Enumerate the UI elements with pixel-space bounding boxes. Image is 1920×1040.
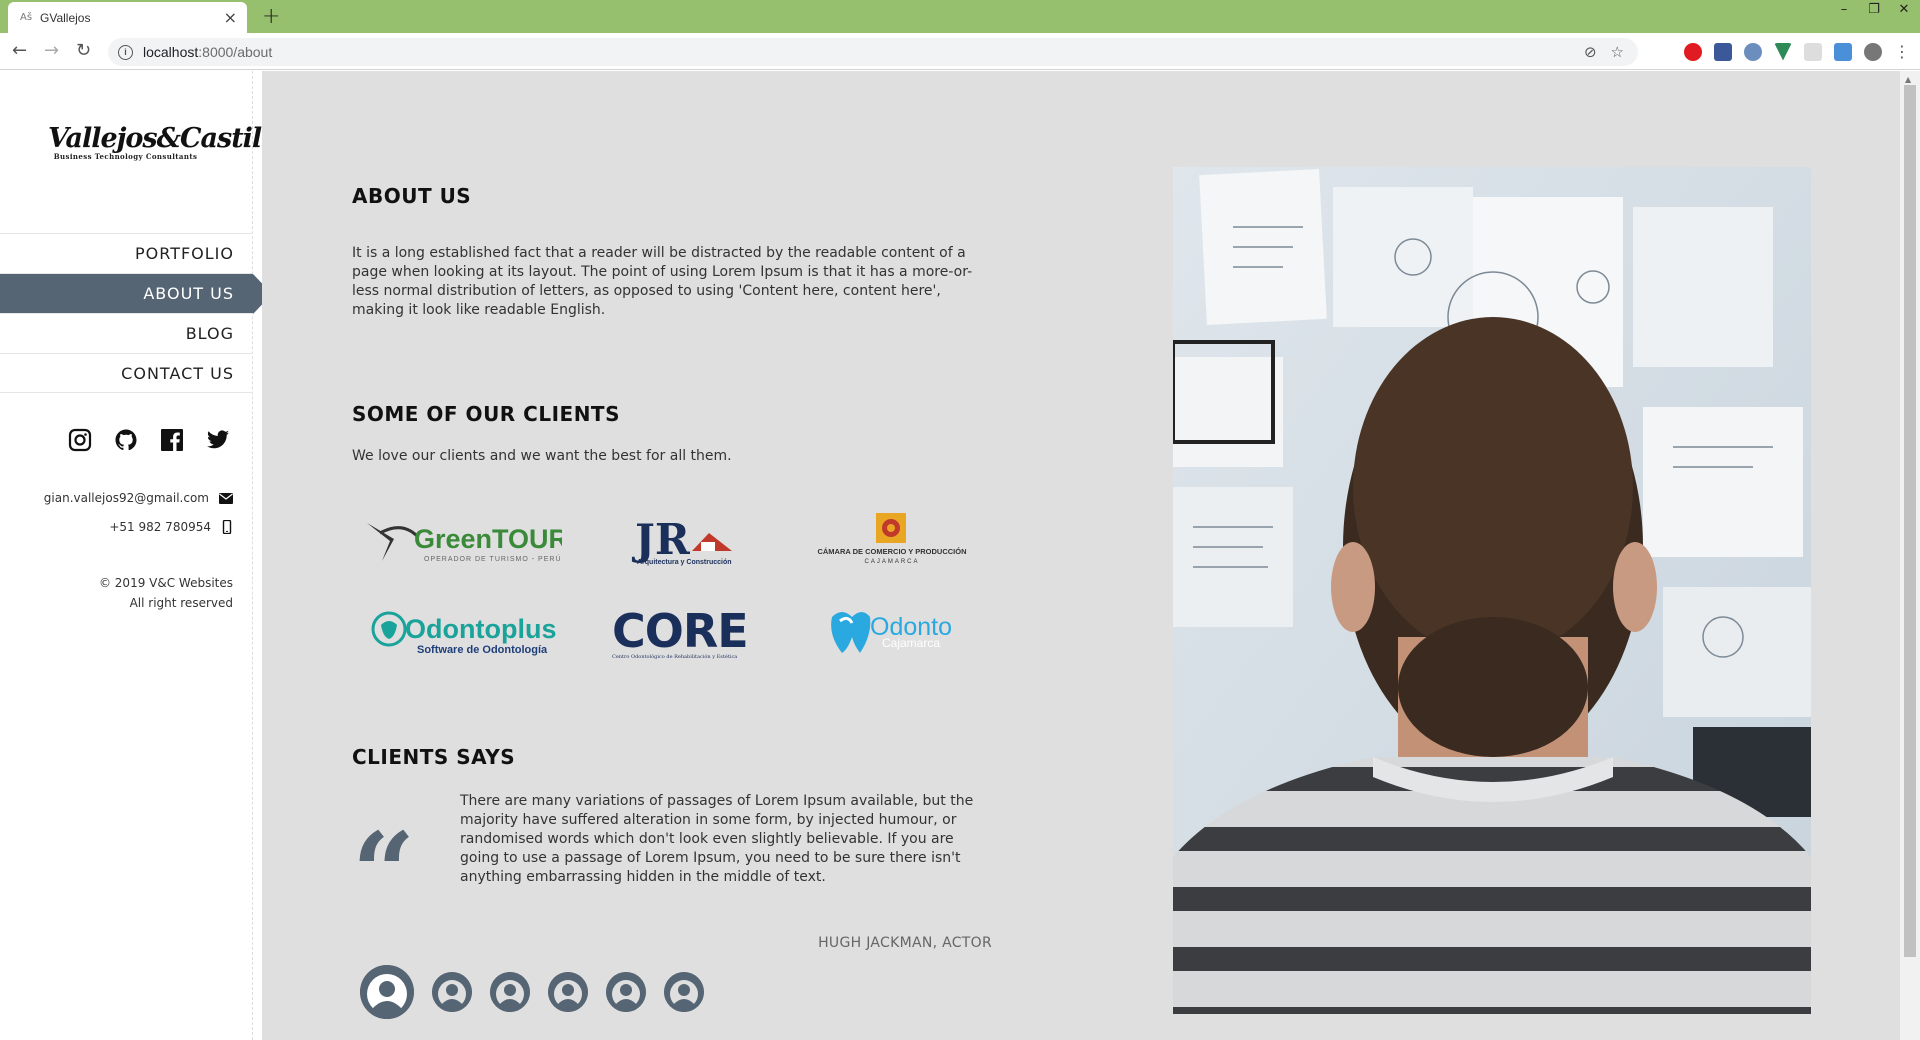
client-logo-odontoplus[interactable]: Odontoplus Software de Odontología bbox=[352, 605, 572, 665]
github-icon[interactable] bbox=[114, 428, 138, 452]
window-controls: – ❐ ✕ bbox=[1836, 2, 1912, 17]
copyright: © 2019 V&C Websites All right reserved bbox=[99, 573, 233, 613]
restore-icon[interactable]: ❐ bbox=[1866, 2, 1882, 17]
logo-subtitle: Business Technology Consultants bbox=[53, 152, 198, 161]
avatar-4[interactable] bbox=[548, 972, 588, 1012]
phone-text: +51 982 780954 bbox=[109, 520, 211, 534]
url-text: localhost:8000/about bbox=[143, 44, 272, 60]
testimonial-author: HUGH JACKMAN, ACTOR bbox=[818, 935, 992, 951]
instagram-icon[interactable] bbox=[68, 428, 92, 452]
phone-line[interactable]: +51 982 780954 bbox=[109, 520, 233, 534]
copyright-line-1: © 2019 V&C Websites bbox=[98, 576, 233, 590]
client-logo-greentours[interactable]: GreenTOURS OPERADOR DE TURISMO - PERÚ bbox=[352, 511, 572, 571]
nav-item-about-us[interactable]: ABOUT US bbox=[0, 273, 272, 314]
about-photo bbox=[1173, 167, 1811, 1014]
clients-title: SOME OF OUR CLIENTS bbox=[352, 402, 620, 426]
nav-item-blog[interactable]: BLOG bbox=[0, 313, 253, 353]
forward-icon[interactable]: → bbox=[44, 40, 59, 61]
opera-extension-icon[interactable] bbox=[1684, 42, 1702, 61]
testimonial-avatars bbox=[360, 965, 704, 1019]
scroll-up-icon[interactable]: ▲ bbox=[1905, 75, 1911, 84]
back-icon[interactable]: ← bbox=[12, 40, 27, 61]
avatar-3[interactable] bbox=[490, 972, 530, 1012]
core-sub: Centro Odontológico de Rehabilitación y … bbox=[612, 653, 737, 660]
jr-name: JR bbox=[631, 515, 691, 564]
vue-devtools-icon[interactable] bbox=[1774, 42, 1792, 61]
sidebar: Vallejos&Castillo Business Technology Co… bbox=[0, 71, 288, 1040]
email-text: gian.vallejos92@gmail.com bbox=[43, 491, 209, 505]
profile-avatar-icon[interactable] bbox=[1864, 42, 1882, 61]
close-window-icon[interactable]: ✕ bbox=[1896, 2, 1912, 17]
jr-sub: Arquitectura y Construcción bbox=[637, 559, 732, 566]
tab-title: GVallejos bbox=[40, 10, 91, 25]
tab-favicon-icon: Aš bbox=[20, 12, 33, 23]
new-tab-button[interactable]: + bbox=[262, 4, 280, 29]
browser-tabbar: Aš GVallejos × + – ❐ ✕ bbox=[0, 0, 1920, 33]
bookmark-star-icon[interactable]: ☆ bbox=[1611, 43, 1624, 61]
extensions-area: ⋮ bbox=[1684, 33, 1920, 70]
url-host: localhost bbox=[143, 44, 199, 60]
main-nav: PORTFOLIO ABOUT US BLOG CONTACT US bbox=[0, 233, 272, 393]
core-name: CORE bbox=[612, 605, 748, 658]
testimonials-title: CLIENTS SAYS bbox=[352, 745, 516, 769]
address-bar[interactable]: i localhost:8000/about ⊘ ☆ bbox=[108, 38, 1638, 66]
camara-sub: CAJAMARCA bbox=[864, 559, 919, 565]
greentours-sub: OPERADOR DE TURISMO - PERÚ bbox=[424, 554, 562, 563]
translate-extension-icon[interactable] bbox=[1834, 42, 1852, 61]
avatar-2[interactable] bbox=[432, 972, 472, 1012]
logo-script: Vallejos&Castillo bbox=[48, 123, 288, 154]
greentours-name: GreenTOURS bbox=[414, 524, 562, 554]
copyright-line-2: All right reserved bbox=[129, 596, 233, 610]
nav-item-portfolio[interactable]: PORTFOLIO bbox=[0, 233, 253, 273]
extension-placeholder-icon[interactable] bbox=[1804, 42, 1822, 61]
client-logo-jr[interactable]: JR Arquitectura y Construcción bbox=[572, 511, 792, 571]
camara-name: CÁMARA DE COMERCIO Y PRODUCCIÓN bbox=[817, 547, 966, 556]
social-links bbox=[68, 428, 230, 452]
menu-kebab-icon[interactable]: ⋮ bbox=[1894, 42, 1910, 61]
minimize-icon[interactable]: – bbox=[1836, 2, 1852, 17]
facebook-icon[interactable] bbox=[160, 428, 184, 452]
avatar-6[interactable] bbox=[664, 972, 704, 1012]
browser-toolbar: ← → ↻ i localhost:8000/about ⊘ ☆ ⋮ bbox=[0, 33, 1920, 70]
client-logo-core[interactable]: CORE Centro Odontológico de Rehabilitaci… bbox=[572, 605, 792, 665]
page-scrollbar[interactable]: ▲ bbox=[1900, 71, 1920, 1040]
scrollbar-thumb[interactable] bbox=[1904, 85, 1916, 957]
client-logo-camara[interactable]: CÁMARA DE COMERCIO Y PRODUCCIÓN CAJAMARC… bbox=[792, 511, 992, 571]
url-path: :8000/about bbox=[198, 44, 273, 60]
odontoplus-sub: Software de Odontología bbox=[417, 644, 548, 656]
nav-item-contact-us[interactable]: CONTACT US bbox=[0, 353, 253, 393]
quote-mark-icon: “ bbox=[352, 808, 416, 937]
browser-tab[interactable]: Aš GVallejos × bbox=[8, 2, 247, 33]
info-icon[interactable]: i bbox=[118, 44, 133, 60]
bookmark-extension-icon[interactable] bbox=[1714, 42, 1732, 61]
envelope-icon bbox=[219, 492, 233, 504]
odonto-sub: Cajamarca bbox=[882, 636, 940, 650]
testimonial-quote: There are many variations of passages of… bbox=[460, 793, 974, 885]
mobile-phone-icon bbox=[222, 520, 232, 534]
tab-close-icon[interactable]: × bbox=[224, 8, 237, 27]
main-content: ABOUT US It is a long established fact t… bbox=[262, 71, 1900, 1040]
odontoplus-name: Odontoplus bbox=[405, 614, 556, 644]
translate-icon[interactable]: ⊘ bbox=[1584, 43, 1597, 61]
avatar-1[interactable] bbox=[360, 965, 414, 1019]
reload-icon[interactable]: ↻ bbox=[76, 40, 91, 61]
about-text: It is a long established fact that a rea… bbox=[352, 245, 973, 318]
avatar-5[interactable] bbox=[606, 972, 646, 1012]
site-logo[interactable]: Vallejos&Castillo Business Technology Co… bbox=[48, 123, 288, 161]
extension-icon[interactable] bbox=[1744, 42, 1762, 61]
clients-text: We love our clients and we want the best… bbox=[352, 448, 732, 464]
client-logo-odonto-cajamarca[interactable]: Odonto Cajamarca bbox=[792, 605, 992, 665]
twitter-icon[interactable] bbox=[206, 428, 230, 452]
about-title: ABOUT US bbox=[352, 184, 472, 208]
client-logos: GreenTOURS OPERADOR DE TURISMO - PERÚ JR… bbox=[352, 511, 992, 665]
email-line[interactable]: gian.vallejos92@gmail.com bbox=[44, 491, 233, 505]
